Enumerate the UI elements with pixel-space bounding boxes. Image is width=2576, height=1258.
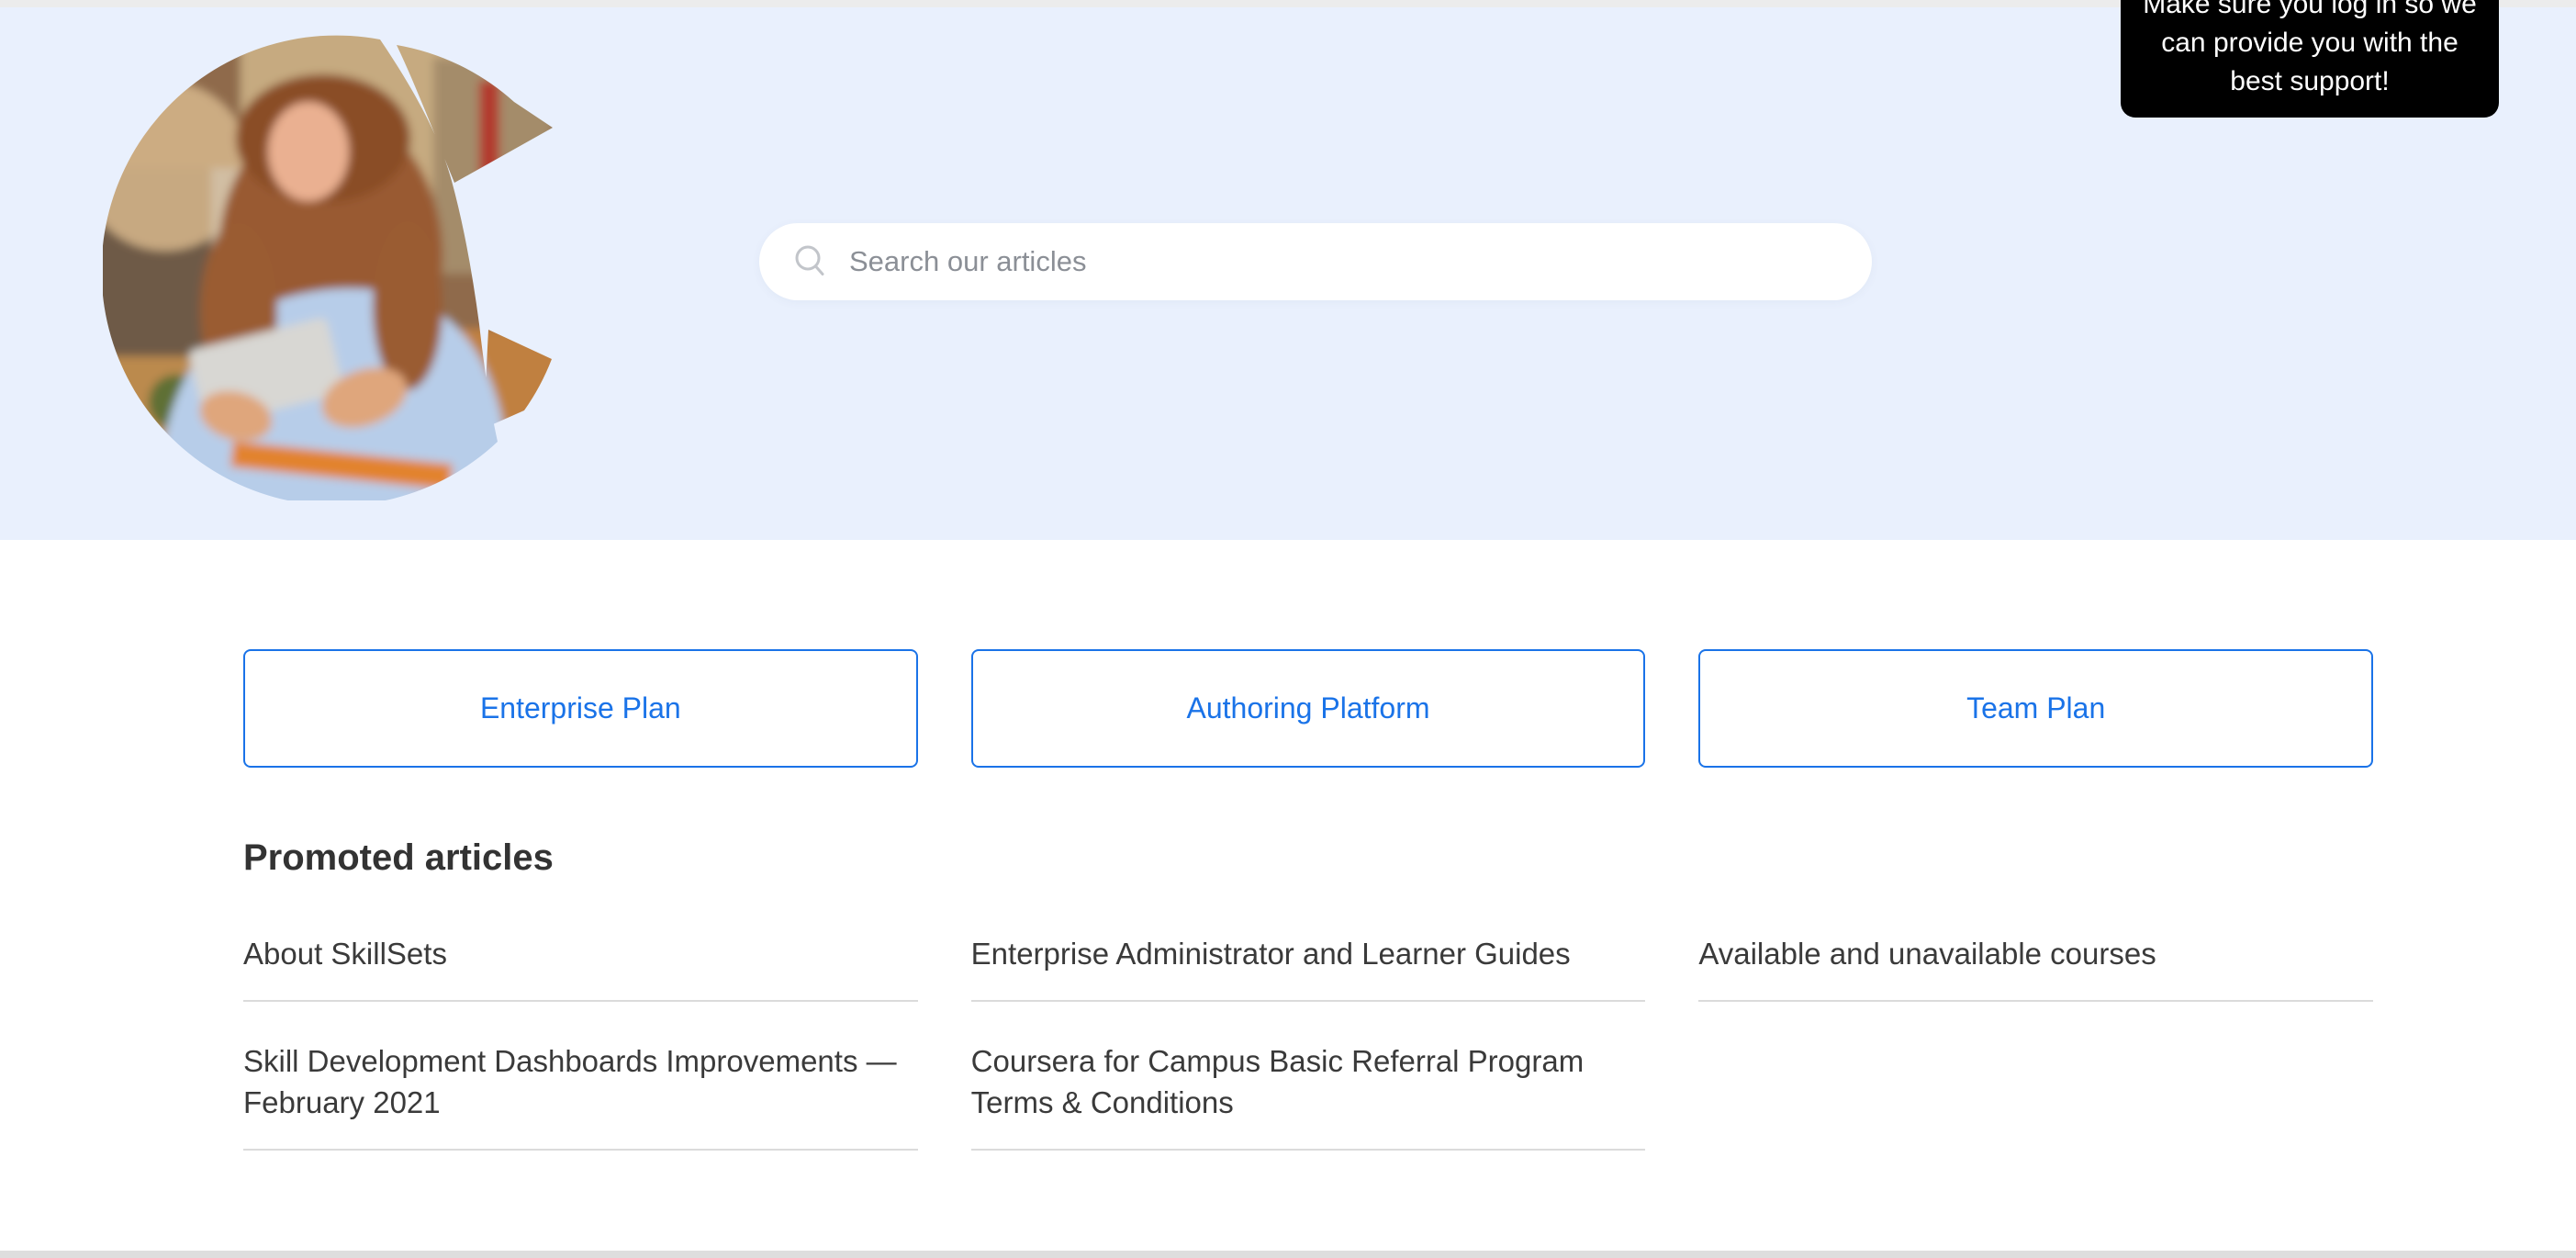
login-tooltip: Make sure you log in so we can provide y… (2121, 0, 2499, 118)
authoring-platform-button[interactable]: Authoring Platform (971, 649, 1646, 768)
tooltip-line: Make sure you log in so we (2139, 0, 2481, 24)
articles-column-3: Available and unavailable courses (1698, 933, 2373, 1040)
tooltip-line: can provide you with the (2139, 24, 2481, 62)
article-link[interactable]: About SkillSets (243, 933, 918, 1002)
enterprise-plan-button[interactable]: Enterprise Plan (243, 649, 918, 768)
support-agent-photo (103, 30, 573, 500)
search-input[interactable] (849, 245, 1844, 278)
article-link[interactable]: Coursera for Campus Basic Referral Progr… (971, 1040, 1646, 1151)
article-link[interactable]: Skill Development Dashboards Improvement… (243, 1040, 918, 1151)
tooltip-line: best support! (2139, 62, 2481, 101)
articles-column-2: Enterprise Administrator and Learner Gui… (971, 933, 1646, 1189)
hero-avatar (103, 30, 573, 500)
team-plan-button[interactable]: Team Plan (1698, 649, 2373, 768)
hero-section: Make sure you log in so we can provide y… (0, 7, 2576, 540)
category-buttons-row: Enterprise Plan Authoring Platform Team … (243, 649, 2373, 768)
promoted-articles-heading: Promoted articles (243, 836, 2373, 880)
article-link[interactable]: Available and unavailable courses (1698, 933, 2373, 1002)
search-icon (792, 243, 829, 280)
promoted-articles-grid: About SkillSets Skill Development Dashbo… (243, 933, 2373, 1189)
search-bar (759, 223, 1872, 300)
footer-divider (0, 1251, 2576, 1258)
articles-column-1: About SkillSets Skill Development Dashbo… (243, 933, 918, 1189)
article-link[interactable]: Enterprise Administrator and Learner Gui… (971, 933, 1646, 1002)
main-content: Enterprise Plan Authoring Platform Team … (243, 649, 2373, 1189)
